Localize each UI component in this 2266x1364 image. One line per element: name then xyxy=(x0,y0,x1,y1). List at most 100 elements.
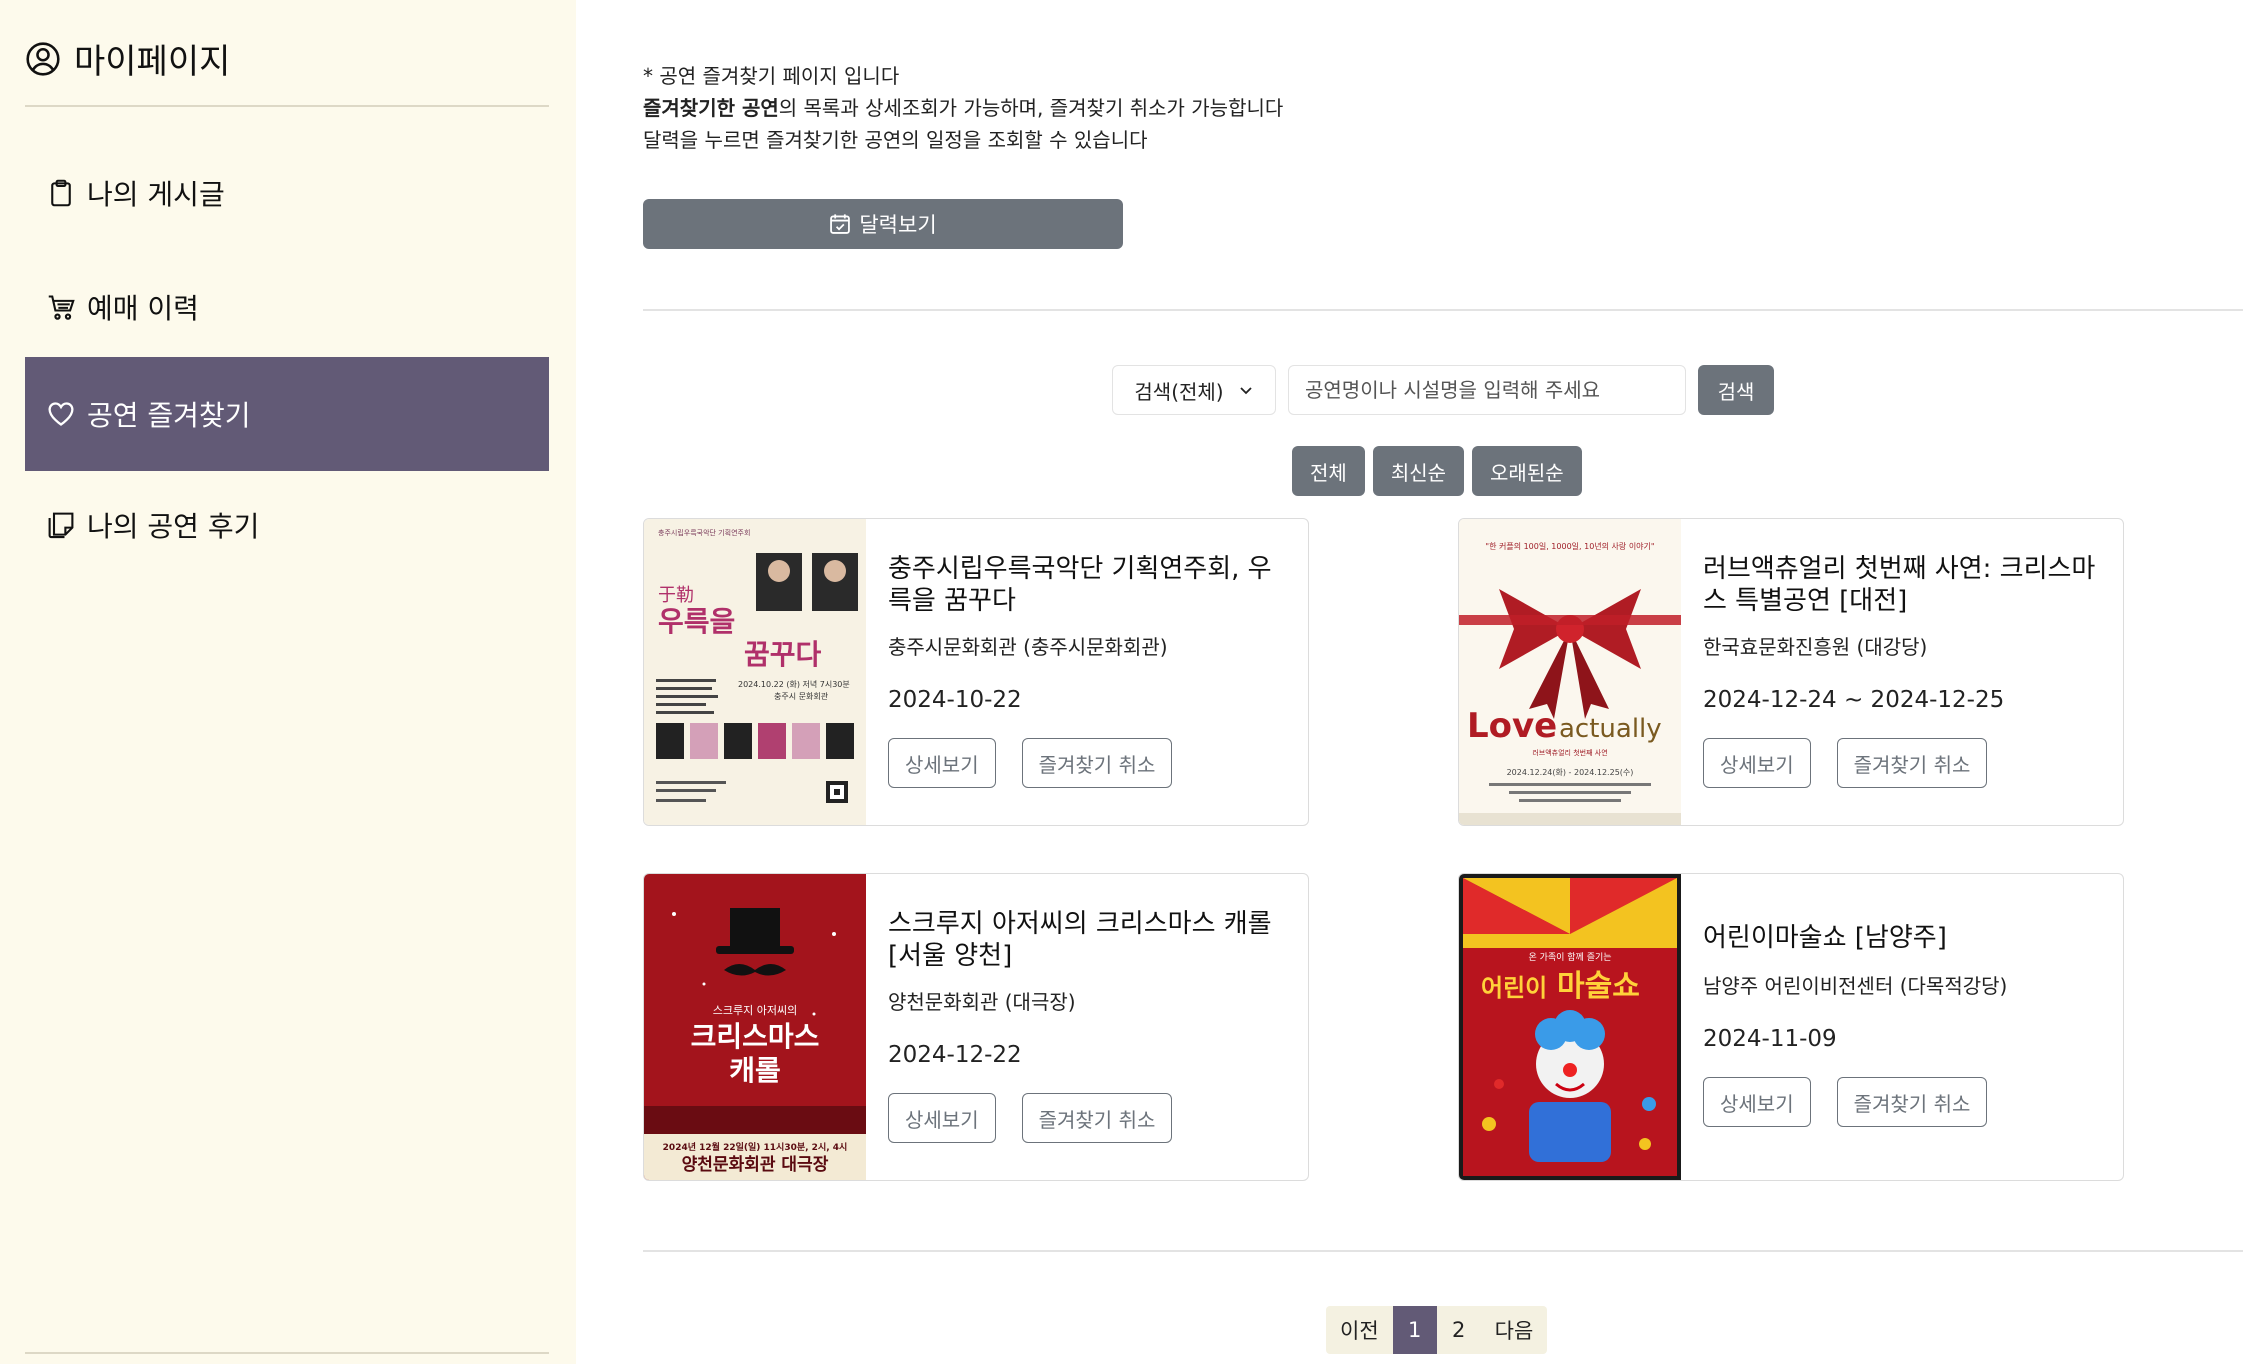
poster-title-2: actually xyxy=(1559,714,1662,744)
card-title[interactable]: 러브액츄얼리 첫번째 사연: 크리스마스 특별공연 [대전] xyxy=(1703,553,2107,617)
search-type-value: 검색(전체) xyxy=(1134,379,1224,404)
sidebar-item-booking-history[interactable]: 예매 이력 xyxy=(25,250,549,364)
page-notice: * 공연 즐겨찾기 페이지 입니다 즐겨찾기한 공연의 목록과 상세조회가 가능… xyxy=(643,60,1283,156)
card-venue: 한국효문화진흥원 (대강당) xyxy=(1703,635,1928,659)
calendar-view-button[interactable]: 달력보기 xyxy=(643,199,1123,249)
search-button[interactable]: 검색 xyxy=(1698,365,1774,415)
sidebar-item-label: 나의 공연 후기 xyxy=(87,510,260,543)
notice-bold: 즐겨찾기한 공연 xyxy=(643,96,779,120)
detail-button[interactable]: 상세보기 xyxy=(888,1093,996,1143)
section-divider xyxy=(643,309,2243,311)
calendar-check-icon xyxy=(830,214,851,234)
performance-card: 스크루지 아저씨의 크리스마스 캐롤 2024년 12월 22일(일) 11시3… xyxy=(643,873,1309,1181)
sidebar-item-favorites[interactable]: 공연 즐겨찾기 xyxy=(25,357,549,471)
card-title[interactable]: 어린이마술쇼 [남양주] xyxy=(1703,922,2107,954)
card-body: 스크루지 아저씨의 크리스마스 캐롤 [서울 양천] 양천문화회관 (대극장) … xyxy=(888,874,1292,1180)
poster-title-2: 꿈꾸다 xyxy=(744,638,822,671)
notice-line-3: 달력을 누르면 즐겨찾기한 공연의 일정을 조회할 수 있습니다 xyxy=(643,128,1148,152)
performance-card: 충주시립우륵국악단 기획연주회 于勒 우륵을 꿈꾸다 2024.10.22 (화… xyxy=(643,518,1309,826)
main-content: * 공연 즐겨찾기 페이지 입니다 즐겨찾기한 공연의 목록과 상세조회가 가능… xyxy=(576,0,2266,1364)
pagination-prev[interactable]: 이전 xyxy=(1326,1306,1393,1354)
card-venue: 충주시문화회관 (충주시문화회관) xyxy=(888,635,1168,659)
unfavorite-button[interactable]: 즐겨찾기 취소 xyxy=(1021,738,1173,788)
poster-when: 2024년 12월 22일(일) 11시30분, 2시, 4시 xyxy=(663,1141,848,1153)
poster-title-2: 캐롤 xyxy=(729,1054,781,1087)
person-circle-icon xyxy=(26,41,60,76)
sort-newest-button[interactable]: 최신순 xyxy=(1372,446,1465,496)
card-title[interactable]: 스크루지 아저씨의 크리스마스 캐롤 [서울 양천] xyxy=(888,908,1292,972)
sidebar-divider xyxy=(25,105,549,107)
card-actions: 상세보기 즐겨찾기 취소 xyxy=(1703,738,1988,788)
performance-poster[interactable]: "한 커플의 100일, 1000일, 10년의 사랑 이야기" Love ac… xyxy=(1459,519,1681,825)
card-date: 2024-11-09 xyxy=(1703,1026,1837,1052)
poster-title-1: 우륵을 xyxy=(658,605,735,638)
poster-hanja: 于勒 xyxy=(658,585,694,606)
sidebar-title: 마이페이지 xyxy=(26,34,230,83)
poster-subtitle: 스크루지 아저씨의 xyxy=(713,1004,797,1017)
calendar-view-label: 달력보기 xyxy=(859,213,937,237)
card-actions: 상세보기 즐겨찾기 취소 xyxy=(888,1093,1173,1143)
poster-subtitle: 온 가족이 함께 즐기는 xyxy=(1528,952,1611,963)
search-input[interactable] xyxy=(1288,365,1686,415)
search-type-select[interactable]: 검색(전체) xyxy=(1112,365,1276,415)
notice-line-1: * 공연 즐겨찾기 페이지 입니다 xyxy=(643,64,900,88)
unfavorite-button[interactable]: 즐겨찾기 취소 xyxy=(1836,1077,1988,1127)
poster-sub: 러브액츄얼리 첫번째 사연 xyxy=(1532,748,1607,757)
card-body: 러브액츄얼리 첫번째 사연: 크리스마스 특별공연 [대전] 한국효문화진흥원 … xyxy=(1703,519,2107,825)
card-actions: 상세보기 즐겨찾기 취소 xyxy=(1703,1077,1988,1127)
poster-top-text: "한 커플의 100일, 1000일, 10년의 사랑 이야기" xyxy=(1485,541,1654,551)
notice-line-2: 즐겨찾기한 공연의 목록과 상세조회가 가능하며, 즐겨찾기 취소가 가능합니다 xyxy=(643,92,1283,124)
card-date: 2024-12-24 ~ 2024-12-25 xyxy=(1703,687,2005,713)
poster-small-text: 충주시립우륵국악단 기획연주회 xyxy=(658,528,750,537)
search-bar: 검색(전체) 검색 xyxy=(1112,365,1774,415)
card-venue: 남양주 어린이비전센터 (다목적강당) xyxy=(1703,974,2008,998)
poster-title-1: Love xyxy=(1467,706,1557,746)
sort-options: 전체 최신순 오래된순 xyxy=(1292,446,1582,496)
performance-poster[interactable]: 충주시립우륵국악단 기획연주회 于勒 우륵을 꿈꾸다 2024.10.22 (화… xyxy=(644,519,866,825)
sidebar-item-label: 나의 게시글 xyxy=(87,178,225,211)
sort-all-button[interactable]: 전체 xyxy=(1292,446,1365,496)
performance-card: 온 가족이 함께 즐기는 어린이 마술쇼 어린이마술쇼 [남양주] 남양주 어린… xyxy=(1458,873,2124,1181)
card-actions: 상세보기 즐겨찾기 취소 xyxy=(888,738,1173,788)
notice-line-2-rest: 의 목록과 상세조회가 가능하며, 즐겨찾기 취소가 가능합니다 xyxy=(778,96,1284,120)
sidebar-item-my-reviews[interactable]: 나의 공연 후기 xyxy=(25,468,549,582)
card-venue: 양천문화회관 (대극장) xyxy=(888,990,1076,1014)
pagination-next[interactable]: 다음 xyxy=(1480,1306,1548,1354)
sort-oldest-button[interactable]: 오래된순 xyxy=(1472,446,1582,496)
sidebar-item-label: 예매 이력 xyxy=(87,292,199,325)
detail-button[interactable]: 상세보기 xyxy=(888,738,996,788)
sidebar: 마이페이지 나의 게시글 예매 이력 공연 즐겨찾기 나의 공연 후기 xyxy=(0,0,576,1364)
card-date: 2024-10-22 xyxy=(888,687,1022,713)
sidebar-item-label: 공연 즐겨찾기 xyxy=(87,399,251,432)
card-title[interactable]: 충주시립우륵국악단 기획연주회, 우륵을 꿈꾸다 xyxy=(888,553,1292,617)
sidebar-title-text: 마이페이지 xyxy=(74,42,231,82)
clipboard-icon xyxy=(51,179,71,207)
performance-poster[interactable]: 온 가족이 함께 즐기는 어린이 마술쇼 xyxy=(1459,874,1681,1180)
sidebar-item-my-posts[interactable]: 나의 게시글 xyxy=(25,136,549,250)
pagination-page-1[interactable]: 1 xyxy=(1392,1306,1437,1354)
poster-where: 충주시 문화회관 xyxy=(774,691,829,701)
poster-title-2: 마술쇼 xyxy=(1557,969,1640,1004)
performance-poster[interactable]: 스크루지 아저씨의 크리스마스 캐롤 2024년 12월 22일(일) 11시3… xyxy=(644,874,866,1180)
detail-button[interactable]: 상세보기 xyxy=(1703,1077,1811,1127)
detail-button[interactable]: 상세보기 xyxy=(1703,738,1811,788)
card-body: 어린이마술쇼 [남양주] 남양주 어린이비전센터 (다목적강당) 2024-11… xyxy=(1703,874,2107,1180)
poster-title-1: 어린이 xyxy=(1481,974,1547,1002)
poster-when: 2024.10.22 (화) 저녁 7시30분 xyxy=(738,680,850,689)
poster-title-1: 크리스마스 xyxy=(691,1020,820,1053)
performance-card: "한 커플의 100일, 1000일, 10년의 사랑 이야기" Love ac… xyxy=(1458,518,2124,826)
pagination-page-2[interactable]: 2 xyxy=(1436,1306,1481,1354)
poster-where: 양천문화회관 대극장 xyxy=(682,1155,829,1175)
chevron-down-icon xyxy=(1239,387,1252,395)
pagination-divider xyxy=(643,1250,2243,1252)
unfavorite-button[interactable]: 즐겨찾기 취소 xyxy=(1021,1093,1173,1143)
unfavorite-button[interactable]: 즐겨찾기 취소 xyxy=(1836,738,1988,788)
pagination: 이전 1 2 다음 xyxy=(1326,1306,1548,1354)
card-body: 충주시립우륵국악단 기획연주회, 우륵을 꿈꾸다 충주시문화회관 (충주시문화회… xyxy=(888,519,1292,825)
cart-icon xyxy=(48,295,75,320)
sidebar-bottom-divider xyxy=(25,1352,549,1354)
poster-when: 2024.12.24(화) - 2024.12.25(수) xyxy=(1507,768,1634,777)
card-date: 2024-12-22 xyxy=(888,1042,1022,1068)
heart-icon xyxy=(48,402,74,426)
stickies-icon xyxy=(48,512,74,539)
